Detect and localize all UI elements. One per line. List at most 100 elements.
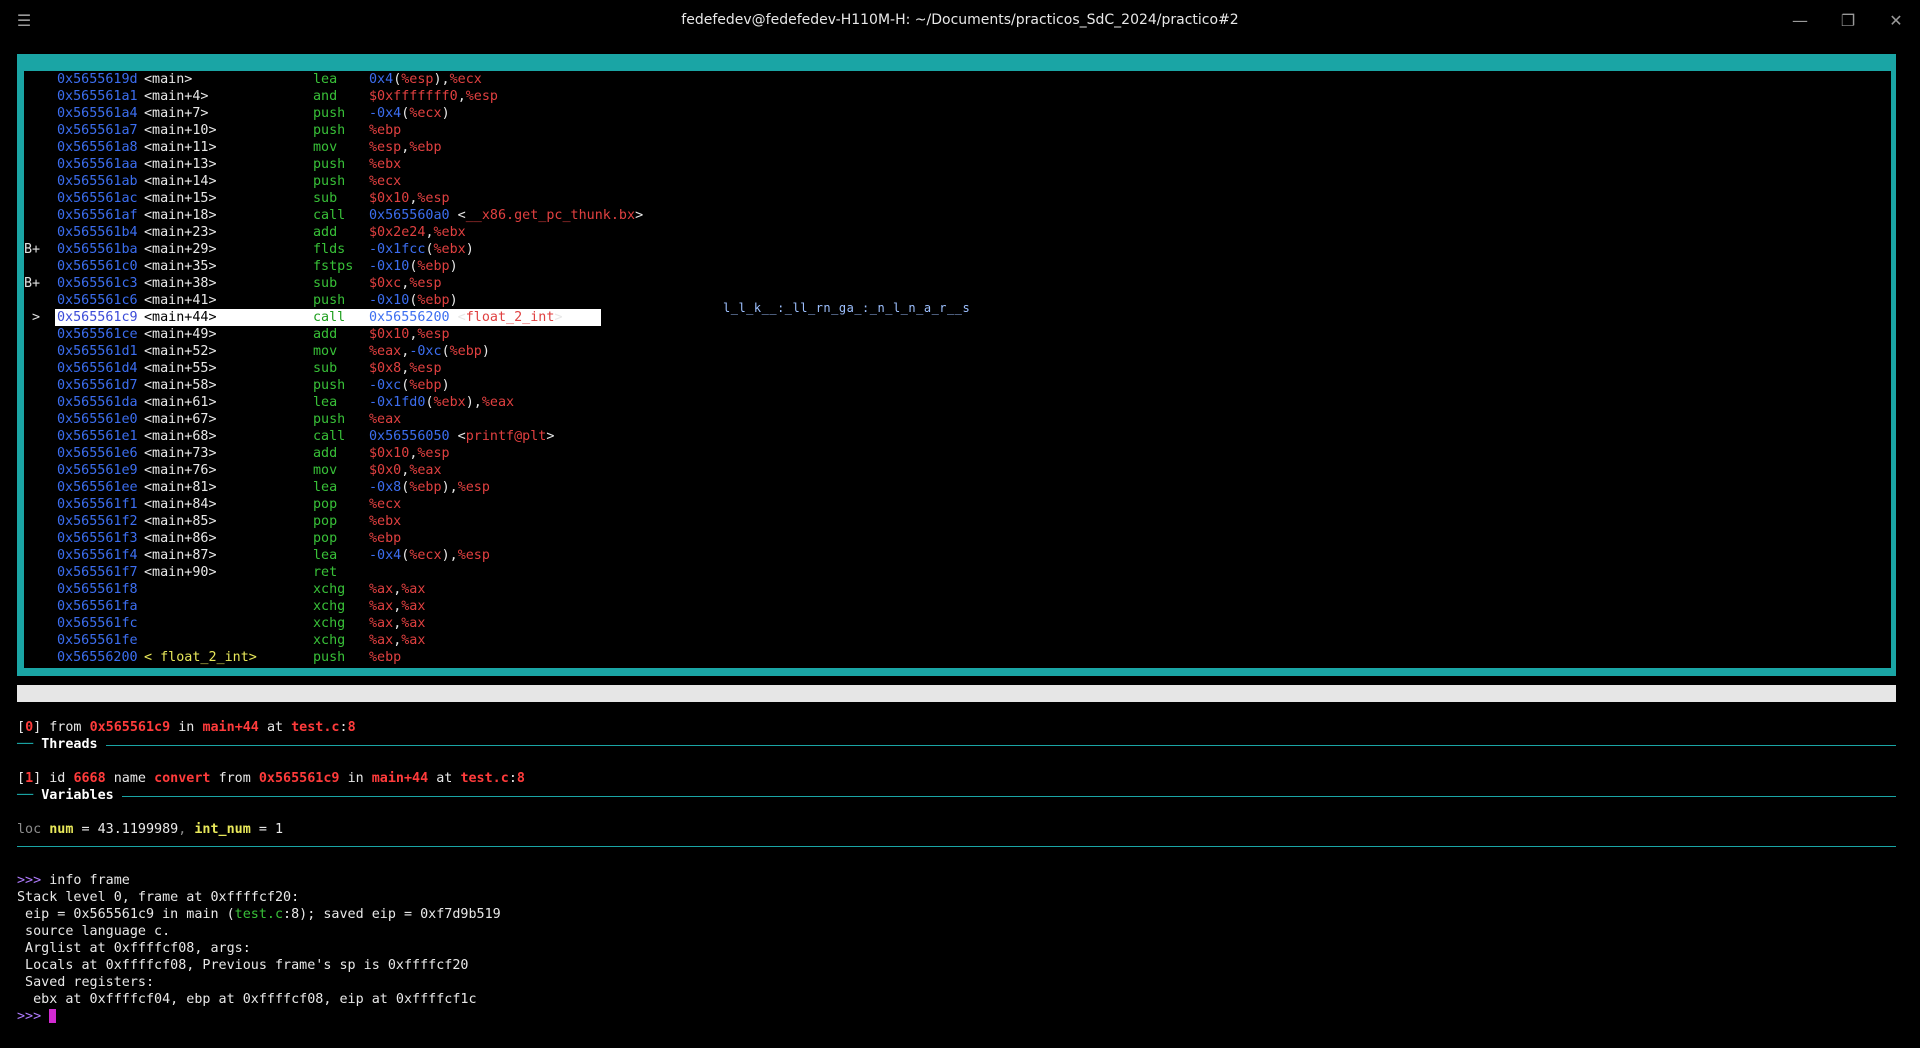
operand-reg: %esp <box>457 548 490 563</box>
operand-reg: %ecx <box>449 72 482 87</box>
asm-row[interactable]: 0x565561fa xchg %ax,%ax <box>24 598 1891 615</box>
asm-row[interactable]: 0x565561f8 xchg %ax,%ax <box>24 581 1891 598</box>
operand-reg: $0x0 <box>369 463 402 478</box>
instruction-mnemonic: add <box>313 225 338 240</box>
operand-pl: ( <box>441 344 450 359</box>
asm-row[interactable]: 0x5655619d <main> lea 0x4(%esp),%ecx <box>24 71 1891 88</box>
instruction-address: 0x565561ac <box>57 191 138 206</box>
instruction-mnemonic: xchg <box>313 633 346 648</box>
close-icon[interactable]: ✕ <box>1884 9 1908 33</box>
operand-reg: %eax <box>369 412 402 427</box>
operand-reg: %ebp <box>409 140 442 155</box>
asm-row[interactable]: 0x565561a4 <main+7> push -0x4(%ecx) <box>24 105 1891 122</box>
asm-row[interactable]: 0x565561ee <main+81> lea -0x8(%ebp),%esp <box>24 479 1891 496</box>
restore-icon[interactable]: ❐ <box>1836 9 1860 33</box>
disassembly-listing[interactable]: 0x5655619d <main> lea 0x4(%esp),%ecx 0x56556… <box>24 71 1891 668</box>
asm-row[interactable]: 0x565561e1 <main+68> call 0x56556050 <print… <box>24 428 1891 445</box>
operand-num: -0x1fd0 <box>369 395 426 410</box>
operand-reg: $0xfffffff0 <box>369 89 458 104</box>
console-output-4: Arglist at 0xffffcf08, args: <box>17 941 251 956</box>
instruction-address: 0x565561d1 <box>57 344 138 359</box>
status-thread: multi-thre Thread 0xf7fbf500 ( In: main <box>17 703 332 718</box>
asm-row[interactable]: 0x565561aa <main+13> push %ebx <box>24 156 1891 173</box>
instruction-mnemonic: push <box>313 412 346 427</box>
operand-num: -0xc <box>369 378 402 393</box>
operand-reg: %ebx <box>369 157 402 172</box>
asm-row[interactable]: B+ 0x565561c3 <main+38> sub $0xc,%esp <box>24 275 1891 292</box>
asm-row[interactable]: 0x565561f1 <main+84> pop %ecx <box>24 496 1891 513</box>
asm-row[interactable]: 0x565561ac <main+15> sub $0x10,%esp <box>24 190 1891 207</box>
asm-row[interactable]: 0x565561e9 <main+76> mov $0x0,%eax <box>24 462 1891 479</box>
asm-row[interactable]: 0x565561c0 <main+35> fstps -0x10(%ebp) <box>24 258 1891 275</box>
asm-row[interactable]: 0x565561b4 <main+23> add $0x2e24,%ebx <box>24 224 1891 241</box>
instruction-mnemonic: push <box>313 378 346 393</box>
operand-reg: %ax <box>401 633 426 648</box>
instruction-symbol: <main+52> <box>144 344 217 359</box>
operand-reg: %esp <box>417 327 450 342</box>
asm-row[interactable]: 0x565561ab <main+14> push %ecx <box>24 173 1891 190</box>
operand-reg: %ebp <box>409 378 442 393</box>
asm-row[interactable]: 0x565561f2 <main+85> pop %ebx <box>24 513 1891 530</box>
asm-row[interactable]: 0x565561e0 <main+67> push %eax <box>24 411 1891 428</box>
asm-row[interactable]: 0x565561f4 <main+87> lea -0x4(%ecx),%esp <box>24 547 1891 564</box>
asm-row[interactable]: 0x565561e6 <main+73> add $0x10,%esp <box>24 445 1891 462</box>
instruction-mnemonic: mov <box>313 463 338 478</box>
instruction-operands: %ecx <box>369 173 401 190</box>
instruction-address: 0x565561aa <box>57 157 138 172</box>
asm-row[interactable]: 0x565561a8 <main+11> mov %esp,%ebp <box>24 139 1891 156</box>
instruction-address: 0x565561fe <box>57 633 138 648</box>
instruction-address: 0x565561e6 <box>57 446 138 461</box>
asm-row[interactable]: 0x565561d4 <main+55> sub $0x8,%esp <box>24 360 1891 377</box>
operand-reg: %esp <box>369 140 402 155</box>
asm-row[interactable]: 0x565561a7 <main+10> push %ebp <box>24 122 1891 139</box>
operand-reg: %ax <box>369 599 394 614</box>
operand-reg: %ax <box>369 633 394 648</box>
asm-row[interactable]: 0x565561d1 <main+52> mov %eax,-0xc(%ebp) <box>24 343 1891 360</box>
operand-reg: %ebx <box>433 395 466 410</box>
instruction-address: 0x565561f4 <box>57 548 138 563</box>
instruction-address: 0x565561c9 <box>57 309 138 326</box>
operand-reg: %ax <box>401 582 426 597</box>
operand-sym: float_2_int <box>465 310 555 325</box>
instruction-symbol: <main+84> <box>144 497 217 512</box>
operand-num: 0x56556050 <box>369 429 450 444</box>
asm-row[interactable]: 0x56556200 < float_2_int> push %ebp <box>24 649 1891 666</box>
operand-pl: < <box>449 310 466 325</box>
instruction-address: 0x565561f8 <box>57 582 138 597</box>
operand-num: -0xc <box>409 344 442 359</box>
operand-reg: %ecx <box>369 497 402 512</box>
operand-pl: > <box>546 429 555 444</box>
instruction-address: 0x565561ab <box>57 174 138 189</box>
instruction-address: 0x565561e0 <box>57 412 138 427</box>
instruction-address: 0x565561d4 <box>57 361 138 376</box>
status-bar: multi-thre Thread 0xf7fbf500 ( In: main … <box>17 685 1896 752</box>
asm-row[interactable]: B+ 0x565561ba <main+29> flds -0x1fcc(%ebx) <box>24 241 1891 258</box>
asm-row[interactable]: 0x565561da <main+61> lea -0x1fd0(%ebx),%eax <box>24 394 1891 411</box>
asm-row[interactable]: 0x565561af <main+18> call 0x565560a0 <__x86… <box>24 207 1891 224</box>
instruction-symbol: <main+87> <box>144 548 217 563</box>
asm-row[interactable]: 0x565561fc xchg %ax,%ax <box>24 615 1891 632</box>
operand-reg: %ebp <box>369 531 402 546</box>
instruction-address: 0x565561e9 <box>57 463 138 478</box>
instruction-operands: -0xc(%ebp) <box>369 377 450 394</box>
instruction-operands: $0x0,%eax <box>369 462 442 479</box>
asm-row[interactable]: 0x565561f3 <main+86> pop %ebp <box>24 530 1891 547</box>
instruction-address: 0x565561a8 <box>57 140 138 155</box>
minimize-icon[interactable]: — <box>1788 9 1812 33</box>
instruction-operands: -0x10(%ebp) <box>369 258 458 275</box>
instruction-operands: %ax,%ax <box>369 598 425 615</box>
console-input-line[interactable]: >>> <box>17 1008 57 1025</box>
instruction-operands: 0x565560a0 <__x86.get_pc_thunk.bx> <box>369 207 643 224</box>
instruction-symbol: <main+58> <box>144 378 217 393</box>
asm-row[interactable]: 0x565561fe xchg %ax,%ax <box>24 632 1891 649</box>
asm-row[interactable]: 0x565561f7 <main+90> ret <box>24 564 1891 581</box>
instruction-operands: %ebp <box>369 122 401 139</box>
instruction-mnemonic: fstps <box>313 259 354 274</box>
asm-row[interactable]: 0x565561a1 <main+4> and $0xfffffff0,%esp <box>24 88 1891 105</box>
variables-separator <box>17 796 1896 797</box>
asm-row[interactable]: 0x565561ce <main+49> add $0x10,%esp <box>24 326 1891 343</box>
instruction-symbol: <main+11> <box>144 140 217 155</box>
asm-row[interactable]: 0x565561d7 <main+58> push -0xc(%ebp) <box>24 377 1891 394</box>
instruction-symbol: <main+61> <box>144 395 217 410</box>
operand-pl: ( <box>425 395 434 410</box>
